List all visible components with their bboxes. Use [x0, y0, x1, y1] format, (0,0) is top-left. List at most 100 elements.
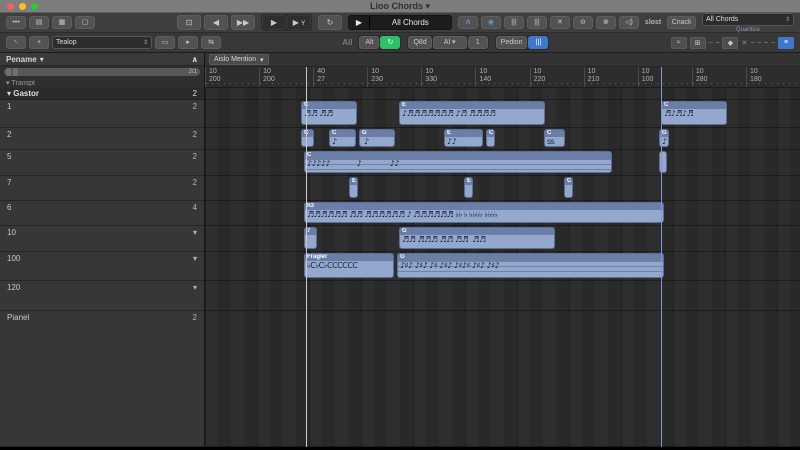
track-name: 2 — [7, 130, 11, 139]
eraser-tool-button[interactable]: ▭ — [155, 36, 175, 49]
media-browser-button[interactable]: ▢ — [75, 16, 95, 29]
crossfade-button[interactable]: ✕ — [550, 16, 570, 29]
forward-button[interactable]: ▶▶ — [231, 15, 255, 30]
grid-button[interactable]: ⊞ — [690, 37, 706, 49]
alt-toggle[interactable]: Alt — [359, 36, 379, 49]
waveform-zoom-button[interactable]: ≈ — [671, 37, 687, 49]
slost-label: slost — [645, 19, 661, 26]
track-value[interactable]: 2 — [193, 102, 197, 111]
midi-region[interactable]: E — [464, 177, 473, 198]
track-row-120[interactable]: 120▾ — [0, 281, 204, 311]
track-row-100[interactable]: 100▾ — [0, 252, 204, 281]
pedion-meter-icon[interactable]: ||| — [528, 36, 548, 49]
midi-region[interactable]: h3♬♬♬♬♬♬ ♬♬ ♬♬♬♬♬♬ ♪ ♬♬♬♬♬♬ ♭♭ ♭ ♭♭♭♭ ♭♭… — [304, 202, 664, 223]
midi-region[interactable]: C♪♪♪♪♪ ♪ ♪♪ — [304, 151, 612, 173]
track-value[interactable]: 4 — [193, 203, 197, 212]
crosshair-tool-button[interactable]: + — [29, 36, 49, 49]
arrange-grid[interactable]: C♬♬ ♬♬E♪♬♬♬♬♬♬♬ ♪♬ ♬♬♬♬C♬♪♬♪♬CC♪G ♪E♪♪CC… — [205, 88, 800, 447]
quantize-count[interactable]: 1 — [468, 36, 488, 49]
track-row-2[interactable]: 22 — [0, 128, 204, 150]
record-button[interactable]: ▶ ʏ — [287, 15, 311, 30]
app-window: Lioo Chords ▾ •••▤▦▢ ⊡◀▶▶ ▶▶ ʏ ↻ ▶ All C… — [0, 0, 800, 450]
track-name: 7 — [7, 178, 11, 187]
pointer-tool-button[interactable]: ↖ — [6, 36, 26, 49]
lcd-play-icon[interactable]: ▶ — [349, 16, 370, 29]
midi-region[interactable]: G♬♬ ♬♬♬ ♬♬ ♬♬ ♬♬ — [399, 227, 555, 249]
midi-region[interactable]: C — [564, 177, 573, 198]
diamond-button[interactable]: ◆ — [722, 37, 738, 49]
monitor-button[interactable]: ◁) — [619, 16, 639, 29]
midi-region[interactable]: C♬♪♬♪♬ — [661, 101, 727, 125]
track-group-header[interactable]: ▾ Gastor 2 — [0, 88, 204, 100]
collapse-icon[interactable]: ∧ — [192, 55, 199, 64]
track-row-5[interactable]: 52 — [0, 150, 204, 176]
window-title: Lioo Chords ▾ — [0, 1, 800, 12]
track-value[interactable]: 2 — [193, 152, 197, 161]
track-name: 10 — [7, 228, 16, 237]
midi-region[interactable]: E♪♪ — [444, 129, 483, 147]
tuner-button[interactable]: ⋔ — [458, 16, 478, 29]
midi-region[interactable]: E — [349, 177, 358, 198]
track-value[interactable]: ▾ — [193, 283, 197, 292]
chevron-down-icon: ▾ — [260, 56, 264, 64]
midi-region[interactable]: C♪ — [329, 129, 356, 147]
track-value[interactable]: ▾ — [193, 254, 197, 263]
lcd-display[interactable]: ▶ All Chords — [348, 15, 452, 30]
midi-region[interactable]: C — [486, 129, 495, 147]
more-button[interactable]: ••• — [6, 16, 26, 29]
metronome-button[interactable]: ||| — [527, 16, 547, 29]
zoom-slider[interactable]: 2/1 — [4, 68, 200, 76]
track-panel-header[interactable]: Pename ▾ ∧ — [0, 53, 204, 66]
crossfade-icon[interactable]: ✕ — [741, 39, 747, 47]
dash: – — [771, 39, 775, 46]
track-row-Pianel[interactable]: Pianel2 — [0, 311, 204, 447]
transpt-row[interactable]: ▾ Transpt — [0, 78, 204, 88]
pedion-button[interactable]: Pedion — [496, 36, 528, 49]
track-row-6[interactable]: 64 — [0, 201, 204, 226]
cnack-button[interactable]: Cnack — [667, 16, 696, 29]
track-value[interactable]: 2 — [193, 178, 197, 187]
midi-region[interactable]: C — [301, 129, 314, 147]
marker-line — [306, 67, 307, 447]
track-value[interactable]: ▾ — [193, 228, 197, 237]
link-button[interactable]: ⇆ — [201, 36, 221, 49]
track-value[interactable]: 2 — [193, 313, 197, 322]
play-button[interactable]: ▶ — [262, 15, 286, 30]
zoom-in-button[interactable]: ⊕ — [596, 16, 616, 29]
midi-region[interactable]: E♪♬♬♬♬♬♬♬ ♪♬ ♬♬♬♬ — [399, 101, 545, 125]
zoom-handle[interactable] — [13, 68, 18, 76]
loop-toggle[interactable]: ↻ — [380, 36, 400, 49]
mixer-button[interactable]: ▦ — [52, 16, 72, 29]
track-value[interactable]: 2 — [193, 130, 197, 139]
zoom-strip[interactable]: 2/1 — [0, 66, 204, 78]
cycle-button[interactable]: ⊡ — [177, 15, 201, 30]
midi-region[interactable]: G♪♯♪ ♪♯♪ ♪♯ ♪♯♪ ♪♯♪♯ ♪♯♪ ♪♯♪ — [397, 253, 664, 278]
region-notation: ♬♬ ♬♬♬ ♬♬ ♬♬ ♬♬ — [400, 235, 554, 246]
region-notation: ♪ — [330, 137, 355, 147]
zoom-out-button[interactable]: ⊖ — [573, 16, 593, 29]
track-row-7[interactable]: 72 — [0, 176, 204, 201]
all-toggle[interactable]: All — [342, 38, 352, 47]
quantize-label[interactable]: Q8d — [408, 36, 431, 49]
midi-region[interactable]: C♬♬ ♬♬ — [301, 101, 357, 125]
midi-region[interactable]: G ♪ — [359, 129, 395, 147]
track-row-1[interactable]: 12 — [0, 100, 204, 128]
midi-region[interactable]: Fragler♭C♭C♭CCCCCC — [304, 253, 394, 278]
zoom-handle[interactable] — [6, 68, 11, 76]
panel-title: Pename — [6, 55, 37, 64]
library-button[interactable]: ▤ — [29, 16, 49, 29]
track-row-10[interactable]: 10 ▾ — [0, 226, 204, 252]
arrange-menu-select[interactable]: Aislo Mention ▾ — [209, 54, 269, 65]
bar-ruler[interactable]: 1020010200402710230103301014010220102101… — [205, 67, 800, 88]
tool-select[interactable]: Tealop ⇕ — [52, 36, 152, 49]
loop-button[interactable]: ↻ — [318, 15, 342, 30]
power-button[interactable]: ◉ — [481, 16, 501, 29]
quantize-value-select[interactable]: Al ▾ — [433, 36, 467, 49]
midi-region[interactable]: Css — [544, 129, 565, 147]
disclosure-icon: ▾ — [6, 79, 10, 87]
preview-play-button[interactable]: ▸ — [178, 36, 198, 49]
count-in-button[interactable]: ||| — [504, 16, 524, 29]
chord-quantize-select[interactable]: All Chords ⇕ — [702, 13, 794, 26]
rewind-button[interactable]: ◀ — [204, 15, 228, 30]
list-view-button[interactable]: ≡ — [778, 37, 794, 49]
